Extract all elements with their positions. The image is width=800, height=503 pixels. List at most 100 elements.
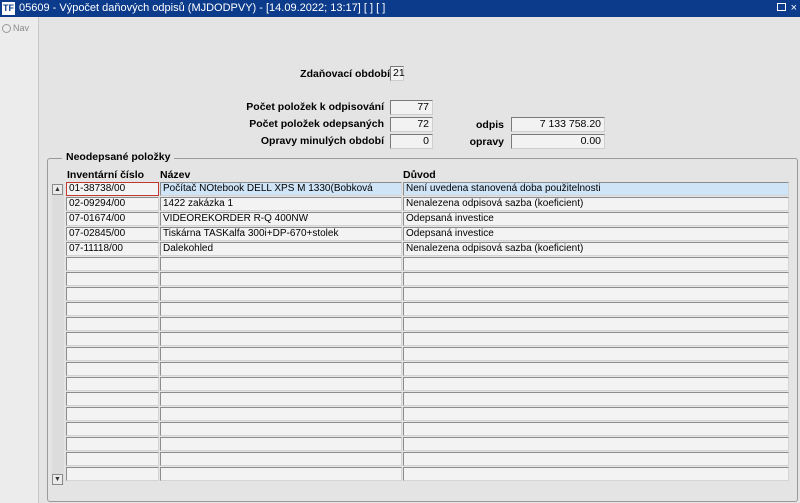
reason-cell[interactable]: Odepsaná investice (403, 212, 789, 226)
inventory-number-cell[interactable] (66, 392, 159, 406)
chevron-down-icon[interactable]: ▼ (52, 474, 63, 485)
name-cell[interactable]: Počítač NOtebook DELL XPS M 1330(Bobková (160, 182, 402, 196)
col-header-name: Název (160, 169, 191, 181)
items-depreciated-field: 72 (390, 117, 433, 132)
table-row[interactable]: 07-02845/00 Tiskárna TASKalfa 300i+DP-670… (66, 227, 789, 242)
inventory-number-cell[interactable]: 02-09294/00 (66, 197, 159, 211)
inventory-number-cell[interactable]: 07-02845/00 (66, 227, 159, 241)
reason-cell[interactable]: Nenalezena odpisová sazba (koeficient) (403, 242, 789, 256)
reason-cell[interactable] (403, 347, 789, 361)
prior-corrections-field: 0 (390, 134, 433, 149)
table-row[interactable] (66, 362, 789, 377)
period-field[interactable]: 21 (390, 66, 405, 81)
reason-cell[interactable]: Nenalezena odpisová sazba (koeficient) (403, 197, 789, 211)
inventory-number-cell[interactable] (66, 452, 159, 466)
name-cell[interactable] (160, 332, 402, 346)
inventory-number-cell[interactable] (66, 287, 159, 301)
table-row[interactable] (66, 257, 789, 272)
table-row[interactable]: 02-09294/00 1422 zakázka 1 Nenalezena odpi… (66, 197, 789, 212)
depreciation-label: odpis (476, 119, 504, 131)
table-row[interactable] (66, 467, 789, 482)
table-row[interactable] (66, 407, 789, 422)
reason-cell[interactable]: Odepsaná investice (403, 227, 789, 241)
inventory-number-cell[interactable] (66, 362, 159, 376)
depreciation-field: 7 133 758.20 (511, 117, 605, 132)
inventory-number-cell[interactable] (66, 332, 159, 346)
reason-cell[interactable] (403, 317, 789, 331)
name-cell[interactable] (160, 362, 402, 376)
restore-window-icon[interactable] (777, 3, 786, 11)
window-title: 05609 - Výpočet daňových odpisů (MJDODPV… (19, 2, 386, 14)
inventory-number-cell[interactable] (66, 377, 159, 391)
reason-cell[interactable] (403, 257, 789, 271)
table-row[interactable]: 01-38738/00 Počítač NOtebook DELL XPS M 1… (66, 182, 789, 197)
inventory-number-cell[interactable] (66, 257, 159, 271)
table-row[interactable] (66, 317, 789, 332)
reason-cell[interactable] (403, 332, 789, 346)
app-logo-icon: TF (2, 2, 15, 15)
table-row[interactable] (66, 272, 789, 287)
reason-cell[interactable] (403, 287, 789, 301)
close-icon[interactable]: × (791, 0, 797, 17)
inventory-number-cell[interactable]: 07-01674/00 (66, 212, 159, 226)
reason-cell[interactable] (403, 422, 789, 436)
table-row[interactable] (66, 422, 789, 437)
reason-cell[interactable] (403, 302, 789, 316)
name-cell[interactable] (160, 302, 402, 316)
reason-cell[interactable] (403, 362, 789, 376)
name-cell[interactable]: 1422 zakázka 1 (160, 197, 402, 211)
name-cell[interactable] (160, 257, 402, 271)
inventory-number-cell[interactable] (66, 272, 159, 286)
inventory-number-cell[interactable] (66, 317, 159, 331)
inventory-number-cell[interactable] (66, 407, 159, 421)
name-cell[interactable] (160, 422, 402, 436)
name-cell[interactable] (160, 437, 402, 451)
reason-cell[interactable] (403, 272, 789, 286)
inventory-number-cell[interactable]: 01-38738/00 (66, 182, 159, 196)
items-to-depreciate-label: Počet položek k odpisování (246, 101, 384, 113)
name-cell[interactable] (160, 392, 402, 406)
name-cell[interactable] (160, 467, 402, 481)
reason-cell[interactable] (403, 377, 789, 391)
chevron-up-icon[interactable]: ▲ (52, 184, 63, 195)
name-cell[interactable] (160, 377, 402, 391)
name-cell[interactable]: VIDEOREKORDER R-Q 400NW (160, 212, 402, 226)
name-cell[interactable] (160, 407, 402, 421)
corrections-field: 0.00 (511, 134, 605, 149)
period-label: Zdaňovací období (300, 68, 390, 80)
inventory-number-cell[interactable] (66, 437, 159, 451)
reason-cell[interactable] (403, 467, 789, 481)
items-to-depreciate-field: 77 (390, 100, 433, 115)
table-row[interactable]: 07-01674/00 VIDEOREKORDER R-Q 400NW Odepsa… (66, 212, 789, 227)
inventory-number-cell[interactable] (66, 302, 159, 316)
reason-cell[interactable] (403, 407, 789, 421)
name-cell[interactable]: Tiskárna TASKalfa 300i+DP-670+stolek (160, 227, 402, 241)
reason-cell[interactable]: Není uvedena stanovená doba použitelnost… (403, 182, 789, 196)
table-row[interactable]: 07-11118/00 Dalekohled Nenalezena odpisová… (66, 242, 789, 257)
reason-cell[interactable] (403, 452, 789, 466)
reason-cell[interactable] (403, 437, 789, 451)
name-cell[interactable] (160, 347, 402, 361)
nav-button[interactable]: Nav (2, 23, 29, 34)
inventory-number-cell[interactable] (66, 467, 159, 481)
table-row[interactable] (66, 287, 789, 302)
table-row[interactable] (66, 452, 789, 467)
prior-corrections-label: Opravy minulých období (260, 135, 384, 147)
table-row[interactable] (66, 437, 789, 452)
table-row[interactable] (66, 377, 789, 392)
table-row[interactable] (66, 392, 789, 407)
name-cell[interactable] (160, 317, 402, 331)
vertical-scrollbar[interactable]: ▲ ▼ (52, 184, 64, 485)
reason-cell[interactable] (403, 392, 789, 406)
table-row[interactable] (66, 332, 789, 347)
name-cell[interactable] (160, 287, 402, 301)
table-row[interactable] (66, 347, 789, 362)
name-cell[interactable] (160, 272, 402, 286)
inventory-number-cell[interactable] (66, 422, 159, 436)
nav-icon (2, 24, 11, 34)
inventory-number-cell[interactable] (66, 347, 159, 361)
table-row[interactable] (66, 302, 789, 317)
name-cell[interactable] (160, 452, 402, 466)
inventory-number-cell[interactable]: 07-11118/00 (66, 242, 159, 256)
name-cell[interactable]: Dalekohled (160, 242, 402, 256)
